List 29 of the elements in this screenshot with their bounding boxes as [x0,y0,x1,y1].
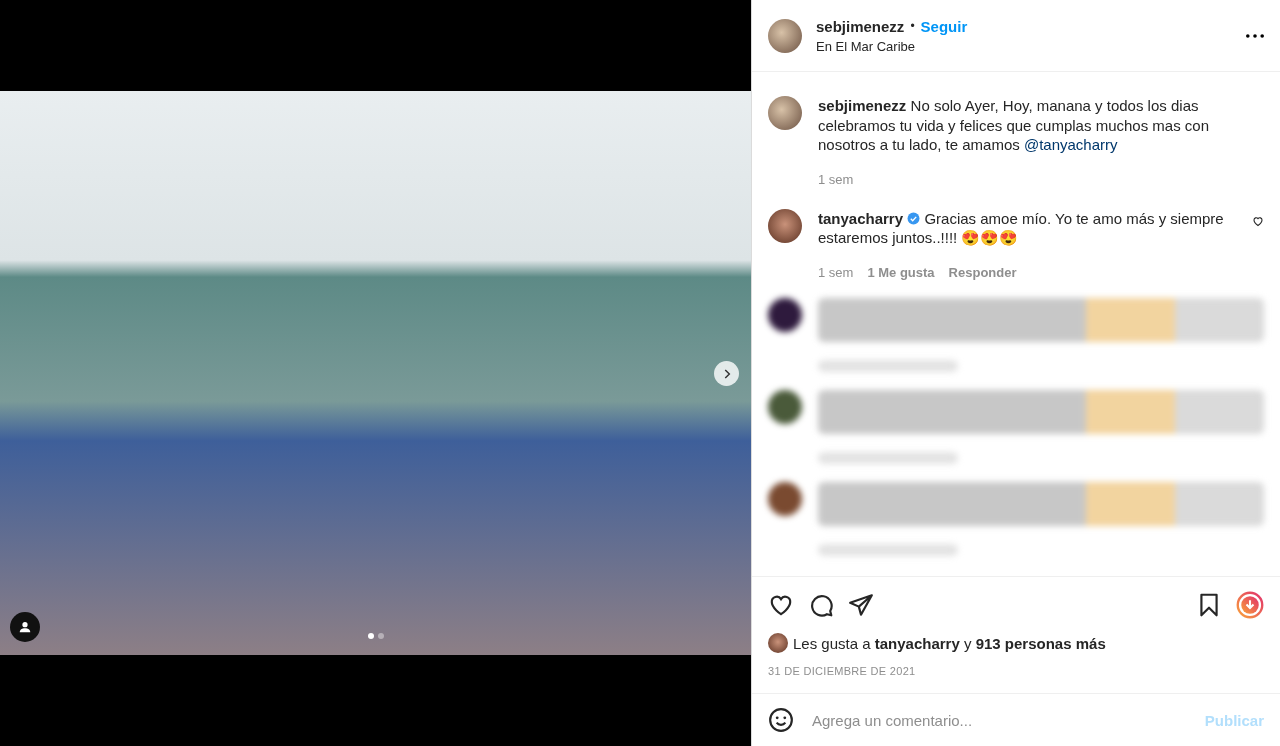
comment-time: 1 sem [818,171,854,187]
mention-link[interactable]: @tanyacharry [1023,136,1118,153]
username-link[interactable]: sebjimenezz [818,97,907,114]
speech-bubble-icon[interactable] [808,592,834,618]
comment-time: 1 sem [818,264,854,280]
tagged-users-button[interactable] [10,612,40,642]
post-date: 31 DE DICIEMBRE DE 2021 [767,664,917,679]
like-comment-button[interactable] [1252,214,1264,227]
download-circle-icon[interactable] [1236,591,1264,619]
carousel-dot[interactable] [367,633,374,639]
separator-dot: • [910,19,915,33]
person-icon [18,620,32,634]
avatar[interactable] [768,633,788,653]
smiley-icon[interactable] [768,707,794,733]
ellipsis-icon [1246,33,1264,38]
next-button[interactable] [714,361,739,386]
paper-plane-icon[interactable] [848,592,874,618]
caption-text: sebjimenezz No solo Ayer, Hoy, manana y todos los dias celebramos tu vida y felices que cumplas muchos mas con nosotros a tu lado, te amamos @tanyacharry [818,96,1210,155]
carousel-dot[interactable] [377,633,384,639]
likes-summary: Les gusta a tanyacharry y 913 personas más [793,634,1106,652]
avatar[interactable] [768,96,802,130]
more-options-button[interactable] [1246,33,1264,38]
heart-icon [1252,214,1264,227]
location-link[interactable]: En El Mar Caribe [816,38,1232,54]
username-link[interactable]: sebjimenezz [816,17,905,35]
avatar[interactable] [768,208,802,243]
comment-text: tanyacharry Gracias amoe mío. Yo te amo más y siempre estaremos juntos..!!!! 😍😍😍 [818,208,1225,248]
username-link[interactable]: tanyacharry [818,209,904,227]
avatar[interactable] [768,18,802,53]
